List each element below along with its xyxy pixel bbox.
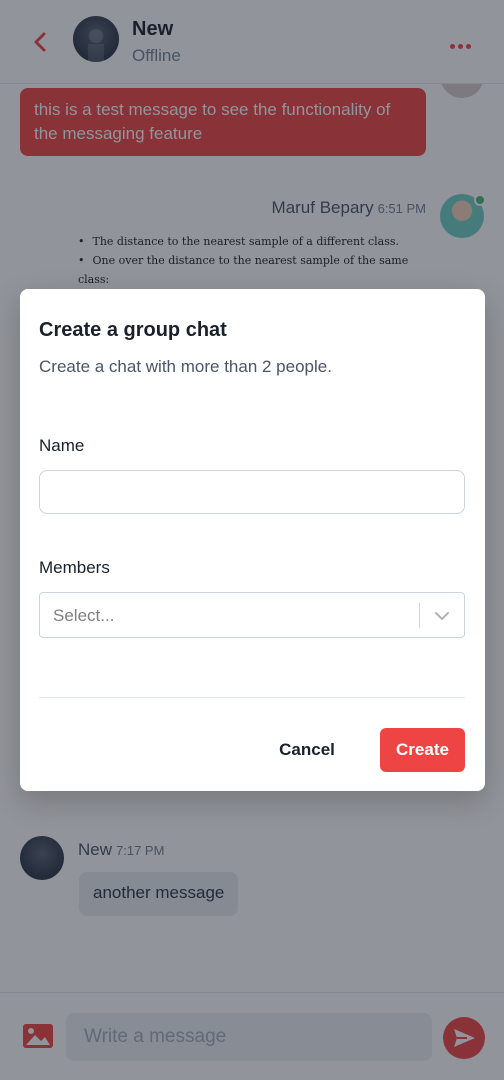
chevron-down-icon[interactable]	[432, 607, 452, 625]
dialog-divider	[39, 697, 465, 698]
create-group-chat-dialog: Create a group chat Create a chat with m…	[20, 289, 485, 791]
select-separator	[419, 603, 420, 628]
cancel-button[interactable]: Cancel	[260, 728, 354, 772]
members-select-placeholder: Select...	[53, 606, 115, 625]
group-name-input[interactable]	[39, 470, 465, 514]
dialog-title: Create a group chat	[39, 319, 227, 341]
name-label: Name	[39, 436, 85, 455]
dialog-subtitle: Create a chat with more than 2 people.	[39, 357, 332, 376]
create-button[interactable]: Create	[380, 728, 465, 772]
members-label: Members	[39, 558, 110, 577]
members-select[interactable]: Select...	[39, 592, 465, 638]
